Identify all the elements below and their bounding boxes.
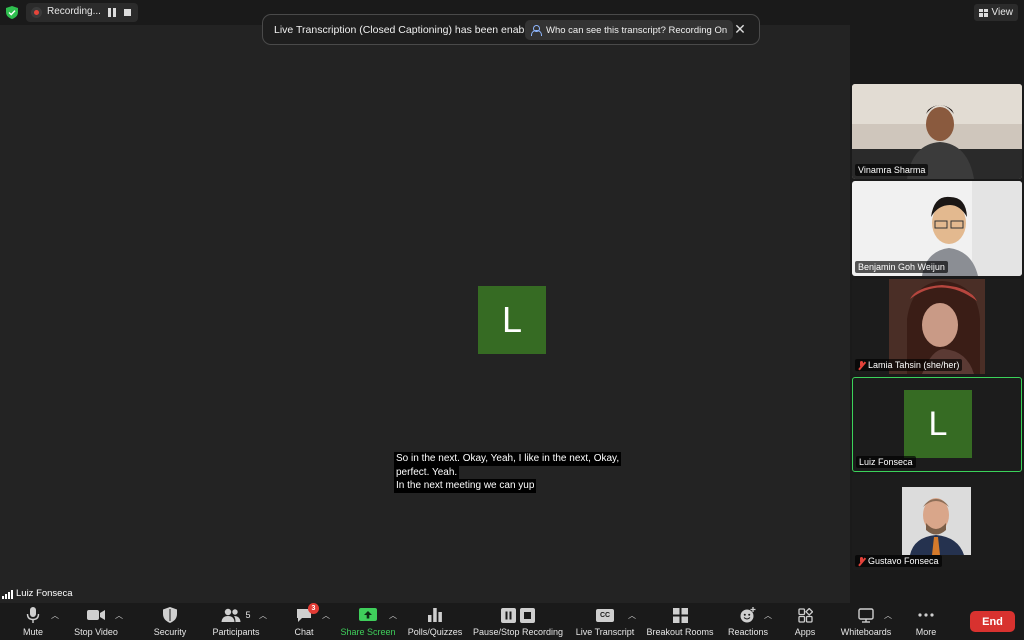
participant-name: Vinamra Sharma <box>858 165 926 175</box>
more-button[interactable]: More <box>912 603 940 640</box>
security-label: Security <box>153 627 187 637</box>
chat-label: Chat <box>294 627 314 637</box>
stop-video-label: Stop Video <box>74 627 118 637</box>
chat-unread-badge: 3 <box>308 603 319 614</box>
breakout-rooms-button[interactable]: Breakout Rooms <box>646 603 714 640</box>
participant-tile[interactable]: Benjamin Goh Weijun <box>852 181 1022 276</box>
signal-bars-icon <box>2 590 13 599</box>
participant-name-tag: Benjamin Goh Weijun <box>855 261 948 273</box>
video-camera-icon <box>86 605 106 625</box>
chevron-up-icon[interactable]: ︿ <box>51 610 59 621</box>
participant-name-tag: Gustavo Fonseca <box>855 555 942 567</box>
participant-tile[interactable]: Lamia Tahsin (she/her) <box>852 279 1022 374</box>
caption-line: In the next meeting we can yup <box>394 479 537 493</box>
smiley-plus-icon <box>739 605 757 625</box>
live-captions: So in the next. Okay, Yeah, I like in th… <box>394 452 622 493</box>
main-video-stage <box>0 25 850 603</box>
mute-label: Mute <box>22 627 43 637</box>
active-speaker-label: Luiz Fonseca <box>2 588 73 599</box>
security-button[interactable]: Security <box>150 603 190 640</box>
transcript-visibility-button[interactable]: Who can see this transcript? Recording O… <box>525 20 734 40</box>
chat-bubble-icon: 3 <box>296 603 319 625</box>
more-dots-icon <box>918 605 934 625</box>
whiteboards-button[interactable]: Whiteboards <box>836 603 896 640</box>
chat-button[interactable]: 3 Chat <box>290 603 319 640</box>
share-screen-button[interactable]: Share Screen <box>340 603 396 640</box>
live-transcript-button[interactable]: CC Live Transcript <box>574 603 636 640</box>
participant-tile[interactable]: Vinamra Sharma <box>852 84 1022 179</box>
chevron-up-icon[interactable]: ︿ <box>884 610 892 621</box>
reactions-button[interactable]: Reactions <box>726 603 770 640</box>
notification-message: Live Transcription (Closed Captioning) h… <box>274 24 539 36</box>
breakout-rooms-label: Breakout Rooms <box>646 627 714 637</box>
mute-button[interactable]: Mute <box>16 603 50 640</box>
caption-line: perfect. Yeah. <box>394 465 460 479</box>
share-screen-label: Share Screen <box>340 627 396 637</box>
whiteboards-label: Whiteboards <box>840 627 892 637</box>
participant-name-tag: Vinamra Sharma <box>855 164 929 176</box>
share-screen-icon <box>359 605 377 625</box>
chevron-up-icon[interactable]: ︿ <box>115 610 123 621</box>
record-icon <box>31 7 42 18</box>
mic-muted-icon <box>858 556 865 566</box>
participants-icon: 5 <box>221 605 251 625</box>
active-speaker-avatar: L <box>478 286 546 354</box>
transcript-visibility-label: Who can see this transcript? Recording O… <box>546 24 728 36</box>
pause-stop-recording-button[interactable]: Pause/Stop Recording <box>472 603 564 640</box>
breakout-rooms-icon <box>672 605 688 625</box>
transcription-notification: Live Transcription (Closed Captioning) h… <box>262 14 760 45</box>
participant-name: Gustavo Fonseca <box>868 556 939 566</box>
participant-name-tag: Luiz Fonseca <box>856 456 916 468</box>
whiteboard-icon <box>858 605 874 625</box>
participant-tile[interactable]: Gustavo Fonseca <box>852 475 1022 570</box>
end-meeting-button[interactable]: End <box>970 611 1015 632</box>
reactions-label: Reactions <box>727 627 769 637</box>
participant-name: Lamia Tahsin (she/her) <box>868 360 960 370</box>
person-icon <box>531 25 542 36</box>
more-label: More <box>915 627 937 637</box>
pause-icon[interactable] <box>108 8 116 17</box>
chevron-up-icon[interactable]: ︿ <box>628 610 636 621</box>
participants-label: Participants <box>212 627 260 637</box>
participants-button[interactable]: 5 Participants <box>210 603 262 640</box>
view-button[interactable]: View <box>973 4 1018 21</box>
participant-tile-active[interactable]: L Luiz Fonseca <box>852 377 1022 472</box>
shield-icon <box>163 605 177 625</box>
microphone-icon <box>26 605 40 625</box>
participants-count: 5 <box>245 610 251 620</box>
active-speaker-name: Luiz Fonseca <box>16 588 73 599</box>
closed-caption-icon: CC <box>596 605 614 625</box>
apps-label: Apps <box>794 627 816 637</box>
stop-icon[interactable] <box>124 9 131 16</box>
chevron-up-icon[interactable]: ︿ <box>259 610 267 621</box>
participant-name-tag: Lamia Tahsin (she/her) <box>855 359 963 371</box>
caption-line: So in the next. Okay, Yeah, I like in th… <box>394 452 622 466</box>
chevron-up-icon[interactable]: ︿ <box>389 610 397 621</box>
stop-video-button[interactable]: Stop Video <box>70 603 122 640</box>
view-label: View <box>991 7 1014 18</box>
live-transcript-label: Live Transcript <box>575 627 635 637</box>
meeting-controls-toolbar: Mute ︿ Stop Video ︿ Security 5 Participa… <box>0 603 1024 640</box>
recording-label: Pause/Stop Recording <box>472 627 564 637</box>
recording-indicator: Recording... <box>26 3 138 22</box>
apps-icon <box>797 605 813 625</box>
mic-muted-icon <box>858 360 865 370</box>
bar-chart-icon <box>428 605 442 625</box>
close-icon[interactable]: ✕ <box>733 22 747 36</box>
chevron-up-icon[interactable]: ︿ <box>764 610 772 621</box>
grid-icon <box>978 8 988 17</box>
polls-button[interactable]: Polls/Quizzes <box>406 603 464 640</box>
apps-button[interactable]: Apps <box>790 603 820 640</box>
shield-check-icon[interactable] <box>6 6 18 19</box>
recording-controls-icon <box>501 605 535 625</box>
polls-label: Polls/Quizzes <box>407 627 463 637</box>
participant-avatar: L <box>904 390 972 458</box>
participant-name: Luiz Fonseca <box>859 457 913 467</box>
participant-name: Benjamin Goh Weijun <box>858 262 945 272</box>
recording-label: Recording... <box>47 6 101 17</box>
chevron-up-icon[interactable]: ︿ <box>322 610 330 621</box>
